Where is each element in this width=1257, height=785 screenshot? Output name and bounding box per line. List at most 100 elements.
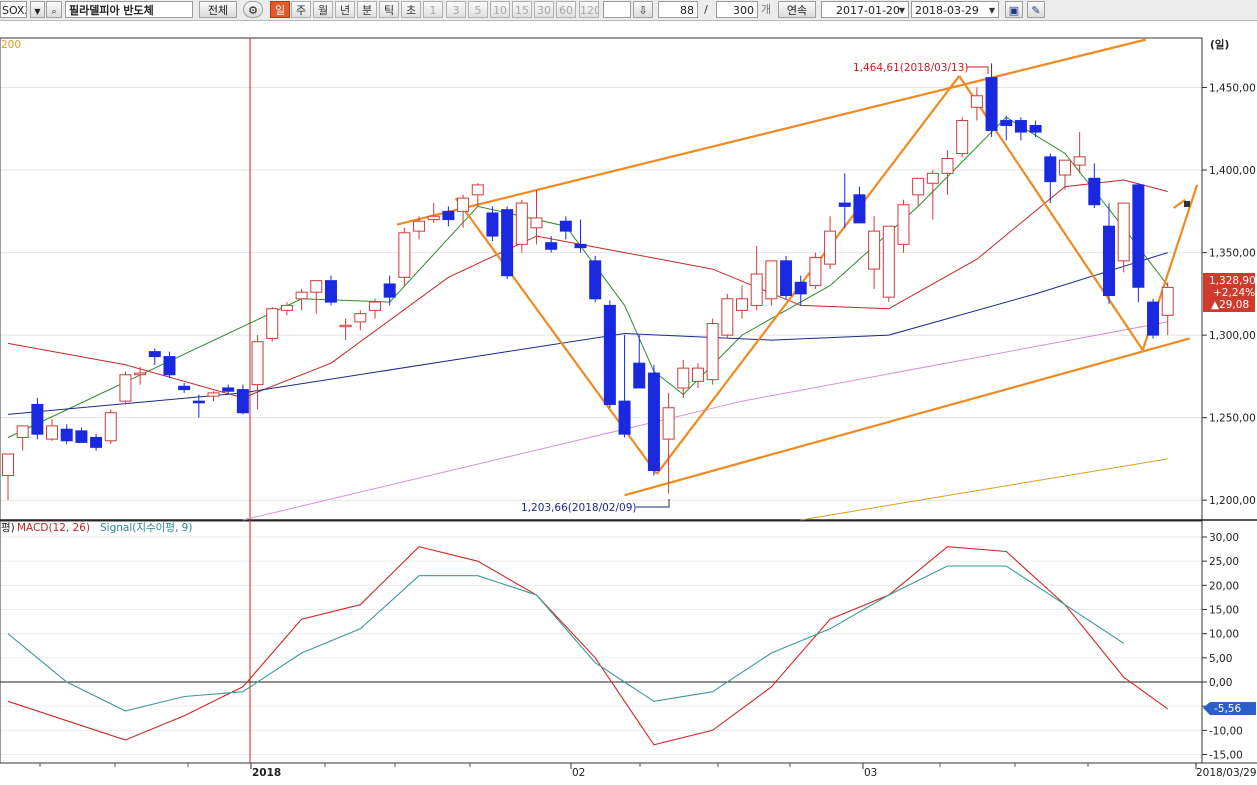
candle-body — [1147, 301, 1160, 336]
candle-body — [809, 257, 822, 287]
candle-body — [662, 407, 675, 440]
candle — [60, 424, 73, 445]
candle — [824, 216, 837, 270]
price-tick-label: 1,200,00 — [1209, 495, 1256, 507]
signal-legend: Signal(지수이평, 9) — [100, 522, 192, 534]
candle-body — [413, 220, 426, 232]
candle-body — [354, 313, 367, 323]
zigzag-segment — [1172, 198, 1186, 209]
candle-body — [192, 400, 205, 404]
candle — [90, 434, 103, 451]
macd-tick-label: 30,00 — [1209, 532, 1239, 544]
candle — [559, 216, 572, 240]
candle — [736, 285, 748, 319]
candle — [941, 150, 954, 195]
candle — [295, 288, 308, 311]
candle-body — [530, 217, 543, 229]
candle — [1014, 117, 1027, 141]
candle — [1147, 298, 1160, 339]
ma-200-label: 200 — [1, 39, 21, 51]
macd-tick-label: 25,00 — [1209, 556, 1239, 568]
candle-body — [75, 430, 88, 443]
candle-body — [970, 95, 983, 108]
candle-body — [486, 212, 499, 237]
macd-lines — [7, 546, 1169, 746]
candle-body — [1103, 225, 1115, 297]
candle-body — [750, 273, 763, 306]
candle — [1161, 282, 1174, 336]
candle — [486, 206, 499, 242]
candle — [178, 382, 191, 393]
macd-tick-label: 10,00 — [1209, 629, 1239, 641]
price-tick-label: 1,300,00 — [1209, 330, 1256, 342]
candle — [765, 260, 778, 306]
candle — [369, 298, 381, 319]
chart-canvas[interactable]: 1,200,00 1,250,00 1,300,00 1,350,00 1,400,00… — [0, 0, 1257, 785]
candle-body — [603, 304, 616, 405]
candle-body — [207, 392, 220, 397]
candle — [515, 199, 528, 253]
candle-body — [897, 204, 910, 245]
candle — [75, 427, 88, 443]
candle — [501, 206, 514, 279]
candle-body — [1161, 286, 1174, 316]
cursor-marker — [1184, 201, 1190, 207]
last-macd-value: -5,56 — [1214, 703, 1241, 715]
candle — [119, 371, 132, 405]
candle — [31, 397, 44, 440]
candle — [721, 293, 734, 339]
candle — [647, 364, 660, 476]
candle-body — [1014, 120, 1027, 133]
macd-tick-label: 15,00 — [1209, 605, 1239, 617]
candle-body — [501, 209, 514, 277]
candle-body — [794, 281, 807, 295]
candle — [354, 310, 367, 331]
candle — [750, 245, 763, 311]
price-tick-label: 1,400,00 — [1209, 165, 1256, 177]
macd-y-axis: -15,00-10,00-5,000,005,0010,0015,0020,00… — [1202, 532, 1243, 762]
candle — [589, 255, 602, 303]
candle — [339, 318, 352, 341]
candle — [1103, 203, 1115, 304]
candle-body — [1132, 184, 1145, 288]
candle — [662, 392, 675, 494]
candle — [633, 335, 646, 389]
candle — [427, 203, 440, 223]
candle — [1132, 183, 1145, 303]
candle-body — [559, 220, 572, 232]
x-axis: 2018 02 03 2018/03/29 — [39, 763, 1257, 779]
candle — [985, 63, 998, 138]
period-unit: (일) — [1210, 38, 1229, 51]
candle — [530, 189, 543, 245]
low-annotation: 1,203,66(2018/02/09) — [521, 502, 636, 514]
candle — [956, 117, 969, 157]
trend-lines[interactable] — [396, 38, 1199, 497]
candle-body — [471, 184, 484, 196]
candle-body — [545, 242, 558, 250]
macd-tick-label: 5,00 — [1209, 653, 1232, 665]
ma-line-ma20 — [7, 179, 1168, 399]
candle — [618, 335, 631, 438]
candle-body — [589, 260, 602, 300]
candle-body — [824, 230, 837, 265]
macd-tick-label: 0,00 — [1209, 677, 1232, 689]
candle-body — [1044, 156, 1057, 183]
candle — [1029, 120, 1042, 138]
candle-body — [574, 243, 587, 249]
candle-body — [838, 202, 851, 207]
high-annotation: 1,464,61(2018/03/13) — [853, 62, 968, 74]
candle-body — [148, 351, 161, 358]
candle — [442, 206, 455, 227]
macd-line — [7, 546, 1169, 746]
candle — [838, 173, 851, 228]
candle-body — [90, 436, 103, 448]
candle — [192, 394, 205, 418]
candle — [603, 300, 616, 408]
candle-body — [882, 225, 895, 298]
ma-line-ma120 — [242, 321, 1168, 521]
candle — [46, 419, 59, 441]
candle-body — [868, 230, 881, 270]
candle — [677, 359, 690, 398]
macd-prefix: 평) — [1, 522, 15, 534]
candle — [574, 219, 587, 253]
